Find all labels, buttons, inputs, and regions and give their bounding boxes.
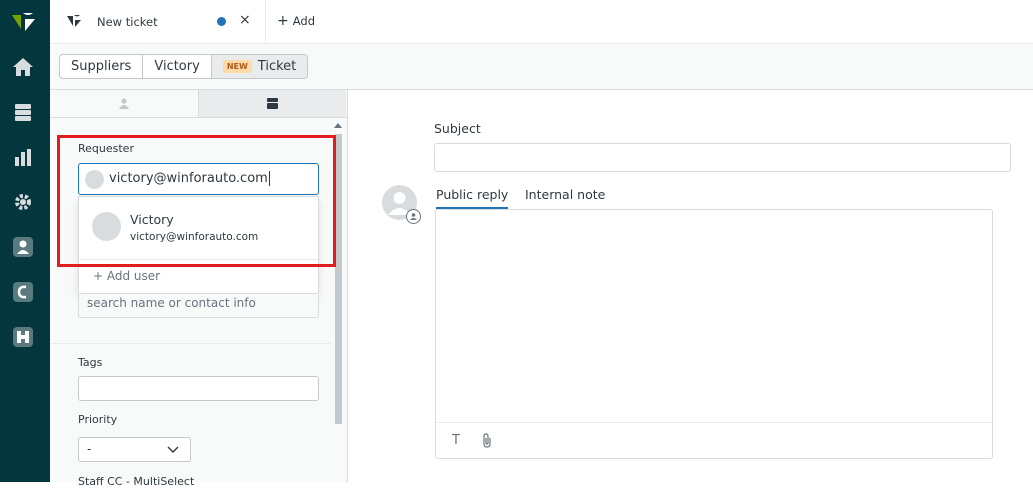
- search-hint-text: search name or contact info: [87, 296, 256, 310]
- breadcrumb: Suppliers Victory NEW Ticket: [59, 54, 309, 79]
- home-icon[interactable]: [11, 55, 35, 79]
- scroll-thumb[interactable]: [335, 134, 342, 424]
- tab-ticket-fields[interactable]: [198, 90, 346, 117]
- views-icon[interactable]: [11, 100, 35, 124]
- breadcrumb-ticket-label: Ticket: [257, 59, 297, 74]
- zendesk-logo[interactable]: [11, 11, 37, 33]
- tab-user-info[interactable]: [50, 90, 198, 117]
- requester-search-hint[interactable]: search name or contact info: [78, 294, 319, 318]
- admin-gear-icon[interactable]: [11, 190, 35, 214]
- tab-bar: New ticket × + Add: [50, 0, 1033, 44]
- tab-new-ticket[interactable]: New ticket ×: [50, 0, 266, 44]
- ticket-icon: [67, 13, 81, 29]
- fields-icon: [267, 98, 278, 109]
- app-icon-2[interactable]: [11, 280, 35, 304]
- tab-title: New ticket: [97, 15, 158, 29]
- reply-editor[interactable]: T: [435, 209, 993, 459]
- tags-label: Tags: [78, 356, 103, 369]
- attachment-icon[interactable]: [481, 433, 493, 452]
- app-icon-1[interactable]: [11, 235, 35, 259]
- add-user-button[interactable]: + Add user: [93, 269, 160, 283]
- tab-public-reply[interactable]: Public reply: [436, 187, 509, 209]
- scroll-up-arrow-icon[interactable]: [334, 123, 342, 128]
- ticket-main: Subject Public reply Internal note T: [348, 90, 1033, 482]
- close-tab-icon[interactable]: ×: [239, 12, 251, 28]
- plus-icon: +: [277, 13, 289, 29]
- breadcrumb-bar: Suppliers Victory NEW Ticket: [50, 44, 1033, 90]
- reporting-icon[interactable]: [11, 145, 35, 169]
- global-nav: [0, 0, 50, 482]
- priority-label: Priority: [78, 413, 118, 426]
- subject-input[interactable]: [434, 143, 1011, 172]
- highlight-box: [57, 135, 336, 267]
- editor-toolbar: T: [436, 422, 992, 458]
- breadcrumb-ticket[interactable]: NEW Ticket: [211, 55, 308, 78]
- add-tab-button[interactable]: + Add: [277, 13, 315, 29]
- panel-tabs: [50, 90, 347, 118]
- text-format-button[interactable]: T: [452, 433, 460, 448]
- app-icon-3[interactable]: [11, 325, 35, 349]
- tags-input[interactable]: [78, 376, 319, 401]
- section-divider: [50, 343, 331, 344]
- breadcrumb-suppliers[interactable]: Suppliers: [60, 55, 144, 78]
- breadcrumb-victory[interactable]: Victory: [143, 55, 212, 78]
- agent-badge-icon: [406, 209, 421, 224]
- user-icon: [119, 98, 129, 109]
- chevron-down-icon: [167, 446, 179, 453]
- subject-label: Subject: [434, 121, 481, 136]
- unsaved-dot-icon: [217, 17, 226, 26]
- tab-internal-note[interactable]: Internal note: [525, 187, 605, 207]
- priority-value: -: [87, 442, 92, 456]
- new-badge: NEW: [222, 60, 252, 73]
- add-tab-label: Add: [292, 14, 315, 28]
- priority-select[interactable]: -: [78, 437, 191, 462]
